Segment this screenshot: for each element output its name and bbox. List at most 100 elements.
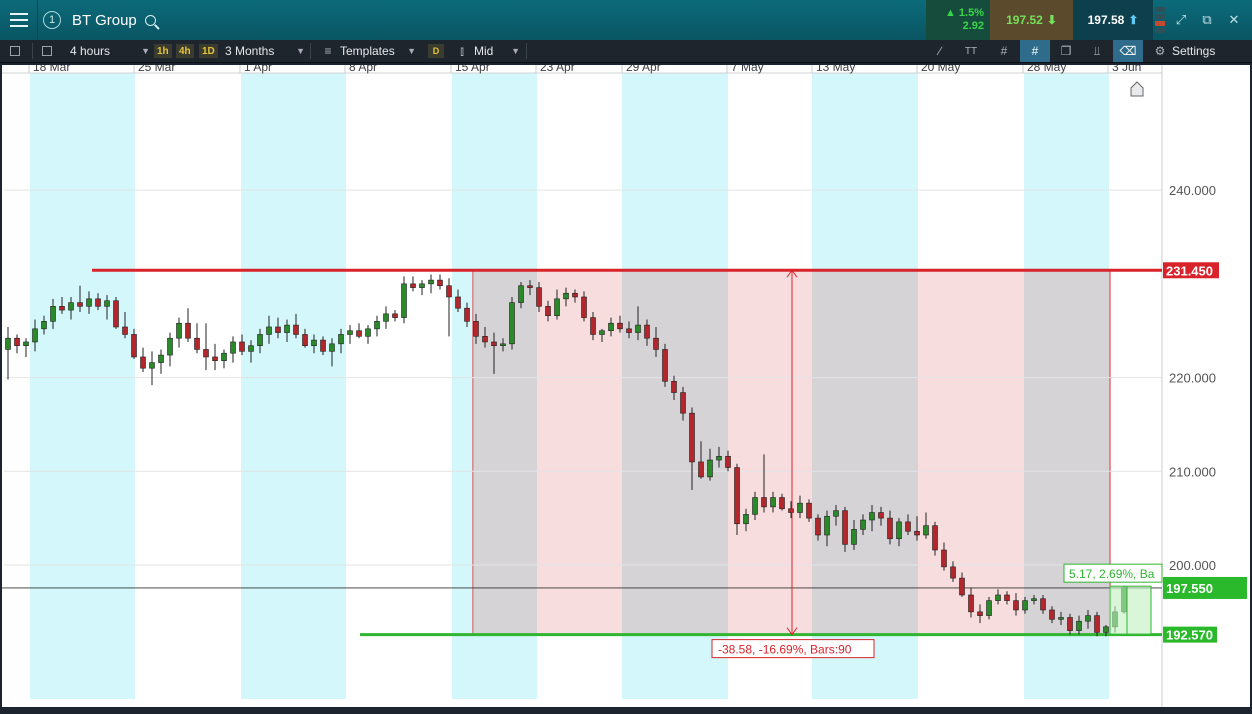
candle-body xyxy=(599,330,605,335)
candle-body xyxy=(122,326,128,335)
candle-body xyxy=(653,337,659,350)
tf-1h-label: 1h xyxy=(154,44,172,58)
price-chart[interactable]: 18 Mar 25 Mar 1 Apr 8 Apr 15 Apr 23 Apr 29 Apr… xyxy=(0,60,1252,710)
settings-button[interactable]: ⚙ Settings xyxy=(1150,40,1216,62)
candle-body xyxy=(671,381,677,393)
candle-body xyxy=(248,345,254,352)
label-tool-button[interactable]: ⌫ xyxy=(1113,40,1143,62)
candle-body xyxy=(788,508,794,513)
tf-4h-button[interactable]: 4h xyxy=(176,40,194,62)
candle-body xyxy=(428,279,434,285)
tag-icon: ⌫ xyxy=(1119,44,1137,58)
candle-body xyxy=(5,337,11,350)
candle-body xyxy=(761,497,767,508)
pencil-line-icon: ∕ xyxy=(938,44,941,58)
candle-body xyxy=(914,530,920,536)
grid-icon: # xyxy=(1000,44,1008,58)
candle-body xyxy=(860,519,866,530)
grid-button[interactable]: # xyxy=(994,40,1014,62)
candle-body xyxy=(149,362,155,369)
hamburger-icon xyxy=(9,13,28,27)
candle-body xyxy=(383,313,389,322)
weekend-shade xyxy=(812,270,918,635)
popout-icon[interactable]: ⧉ xyxy=(1194,0,1220,40)
candle-body xyxy=(257,334,263,347)
candle-body xyxy=(689,412,695,463)
candle-body xyxy=(554,298,560,317)
indicator-button[interactable]: ⫫ xyxy=(1087,40,1107,62)
candle-body xyxy=(851,529,857,545)
range-select[interactable]: 3 Months ▼ xyxy=(225,40,305,62)
candle-body xyxy=(437,279,443,287)
candle-body xyxy=(392,313,398,318)
info-button[interactable]: 1 xyxy=(38,0,66,40)
duplicate-button[interactable]: ❐ xyxy=(1056,40,1076,62)
templates-button[interactable]: ≡ Templates ▼ xyxy=(318,40,416,62)
price-change: ▲ 1.5% 2.92 xyxy=(926,0,990,40)
settings-label: Settings xyxy=(1172,44,1216,58)
candle-body xyxy=(1058,617,1064,620)
close-icon[interactable]: ✕ xyxy=(1221,0,1247,40)
weekend-band xyxy=(30,73,135,699)
candle-body xyxy=(932,525,938,551)
tf-1h-button[interactable]: 1h xyxy=(154,40,172,62)
candle-body xyxy=(185,322,191,339)
info-badge-icon: 1 xyxy=(43,11,61,29)
draw-line-button[interactable]: ∕ xyxy=(930,40,950,62)
menu-button[interactable] xyxy=(0,0,38,40)
weekend-band xyxy=(241,73,346,699)
gear-icon: ⚙ xyxy=(1154,44,1166,58)
candle-body xyxy=(716,455,722,461)
candle-body xyxy=(203,349,209,358)
candle-body xyxy=(896,521,902,540)
candle-icon: ⫾ xyxy=(460,43,464,58)
candle-body xyxy=(662,349,668,382)
candle-body xyxy=(401,283,407,318)
expand-icon[interactable]: ⤢ xyxy=(1168,0,1194,40)
layout-button[interactable] xyxy=(42,40,52,62)
sell-price-button[interactable]: 197.52 ⬇ xyxy=(990,0,1073,40)
candle-body xyxy=(14,337,20,347)
candle-body xyxy=(473,321,479,337)
candle-body xyxy=(1022,600,1028,611)
candle-body xyxy=(770,497,776,508)
measure-up-region[interactable] xyxy=(1109,585,1152,636)
candle-body xyxy=(176,322,182,339)
candle-body xyxy=(779,497,785,510)
candle-body xyxy=(284,324,290,333)
search-icon[interactable] xyxy=(144,14,156,26)
list-button[interactable] xyxy=(10,40,20,62)
candle-body xyxy=(977,611,983,616)
interval-select[interactable]: 4 hours ▼ xyxy=(70,40,150,62)
candle-body xyxy=(644,324,650,339)
buy-price-button[interactable]: 197.58 ⬆ xyxy=(1073,0,1153,40)
candle-body xyxy=(536,287,542,307)
range-label: 3 Months xyxy=(225,44,275,58)
candle-body xyxy=(194,337,200,350)
depth-ladder-icon[interactable] xyxy=(1153,0,1167,40)
candle-body xyxy=(32,328,38,343)
candle-body xyxy=(221,352,227,361)
crosshair-grid-button[interactable]: # xyxy=(1020,40,1050,62)
candle-body xyxy=(986,600,992,616)
instrument-title[interactable]: BT Group xyxy=(66,0,366,40)
chart-canvas[interactable]: 18 Mar 25 Mar 1 Apr 8 Apr 15 Apr 23 Apr 29 Apr… xyxy=(0,60,1252,710)
d-button[interactable]: D xyxy=(428,40,444,62)
price-type-select[interactable]: ⫾ Mid ▼ xyxy=(452,40,520,62)
candle-body xyxy=(617,322,623,330)
weekend-shade xyxy=(473,270,537,635)
text-size-icon: TT xyxy=(964,45,978,57)
candle-body xyxy=(743,514,749,525)
candle-body xyxy=(509,302,515,345)
current-price-label: 197.550 xyxy=(1166,581,1213,596)
candle-body xyxy=(959,577,965,596)
templates-label: Templates xyxy=(340,44,395,58)
caret-down-icon: ▼ xyxy=(141,46,150,56)
buy-price: 197.58 xyxy=(1087,13,1125,27)
price-tick-label: 200.000 xyxy=(1169,558,1216,573)
candle-body xyxy=(41,321,47,330)
candle-body xyxy=(887,517,893,540)
text-tool-button[interactable]: TT xyxy=(961,40,981,62)
tf-1d-button[interactable]: 1D xyxy=(199,40,218,62)
price-tick-label: 210.000 xyxy=(1169,464,1216,479)
